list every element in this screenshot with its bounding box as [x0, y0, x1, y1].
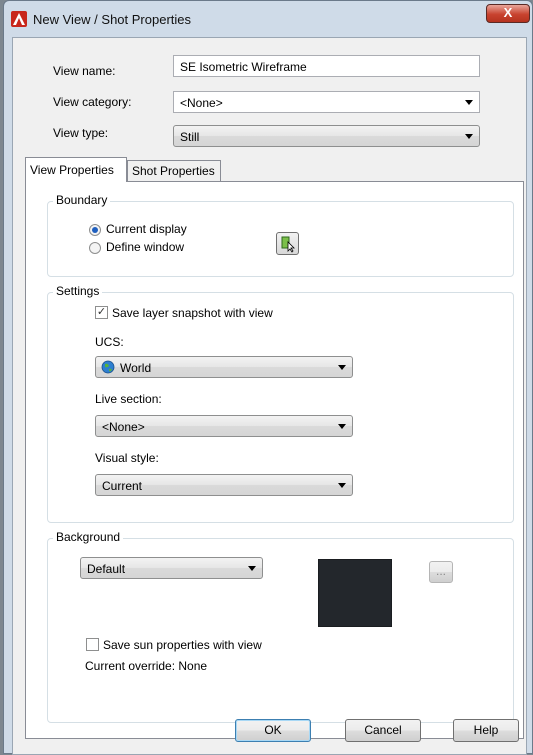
view-properties-panel: Boundary Current display Define window S… — [25, 181, 524, 739]
help-button[interactable]: Help — [453, 719, 519, 742]
title-bar[interactable]: New View / Shot Properties X — [4, 1, 532, 37]
view-name-label: View name: — [53, 64, 116, 78]
current-override-text: Current override: None — [85, 659, 208, 673]
live-section-label: Live section: — [95, 392, 162, 406]
cancel-button[interactable]: Cancel — [345, 719, 421, 742]
define-window-radio[interactable] — [89, 242, 101, 254]
save-layer-snapshot-checkbox[interactable]: ✓ — [95, 306, 108, 319]
save-layer-snapshot-label: Save layer snapshot with view — [112, 306, 273, 320]
settings-title: Settings — [53, 284, 103, 298]
view-category-label: View category: — [53, 95, 132, 109]
define-window-pick-button[interactable] — [276, 232, 299, 255]
tab-view-properties[interactable]: View Properties — [25, 157, 127, 182]
define-window-label: Define window — [106, 240, 185, 254]
tab-shot-properties-label: Shot Properties — [132, 164, 215, 178]
ucs-select[interactable]: World — [95, 356, 353, 378]
save-sun-properties-checkbox[interactable] — [86, 638, 99, 651]
chevron-down-icon — [338, 424, 346, 429]
window-title: New View / Shot Properties — [33, 12, 191, 27]
chevron-down-icon — [248, 566, 256, 571]
view-name-input[interactable]: SE Isometric Wireframe — [173, 55, 480, 77]
view-name-value: SE Isometric Wireframe — [180, 60, 307, 74]
settings-group: Settings ✓ Save layer snapshot with view… — [47, 284, 514, 523]
live-section-value: <None> — [102, 420, 145, 434]
autocad-app-icon — [11, 11, 27, 27]
view-type-select[interactable]: Still — [173, 125, 480, 147]
boundary-group: Boundary Current display Define window — [47, 193, 514, 277]
boundary-title: Boundary — [53, 193, 111, 207]
chevron-down-icon — [338, 365, 346, 370]
dialog-window: New View / Shot Properties X View name: … — [3, 0, 533, 755]
view-category-value: <None> — [180, 96, 223, 110]
save-sun-properties-label: Save sun properties with view — [103, 638, 262, 652]
dialog-client-area: View name: SE Isometric Wireframe View c… — [12, 37, 527, 755]
visual-style-label: Visual style: — [95, 451, 159, 465]
view-type-value: Still — [180, 130, 200, 144]
tab-view-properties-label: View Properties — [30, 163, 114, 177]
view-type-label: View type: — [53, 126, 109, 140]
close-button[interactable]: X — [486, 4, 530, 23]
chevron-down-icon — [338, 483, 346, 488]
ucs-label: UCS: — [95, 335, 124, 349]
visual-style-value: Current — [102, 479, 143, 493]
background-color-swatch — [318, 559, 392, 627]
current-display-radio[interactable] — [89, 224, 101, 236]
chevron-down-icon — [465, 100, 473, 105]
background-value: Default — [87, 562, 126, 576]
chevron-down-icon — [465, 134, 473, 139]
ok-button[interactable]: OK — [235, 719, 311, 742]
background-select[interactable]: Default — [80, 557, 263, 579]
background-title: Background — [53, 530, 124, 544]
view-category-select[interactable]: <None> — [173, 91, 480, 113]
tab-shot-properties[interactable]: Shot Properties — [127, 160, 221, 181]
background-group: Background Default ... Save sun properti… — [47, 530, 514, 723]
visual-style-select[interactable]: Current — [95, 474, 353, 496]
globe-icon — [101, 360, 115, 374]
background-browse-button[interactable]: ... — [429, 561, 453, 583]
pick-window-icon — [281, 236, 295, 253]
live-section-select[interactable]: <None> — [95, 415, 353, 437]
ucs-value: World — [120, 361, 152, 375]
current-display-label: Current display — [106, 222, 187, 236]
